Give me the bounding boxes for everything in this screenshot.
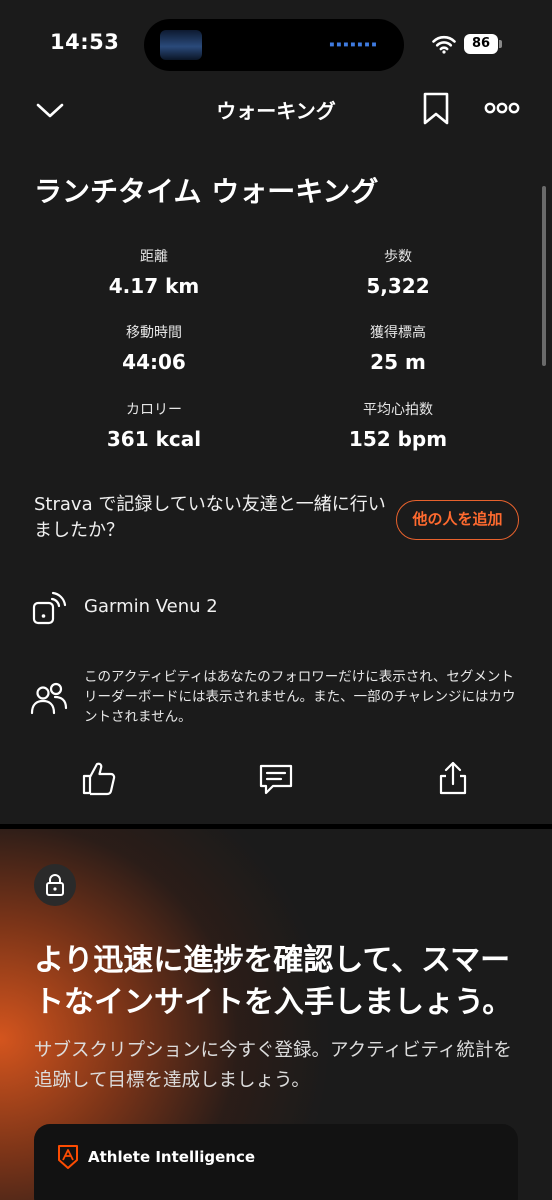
stat-calories: カロリー 361 kcal bbox=[34, 399, 274, 451]
companions-prompt: Strava で記録していない友達と一緒に行いましたか？ bbox=[34, 494, 386, 541]
status-time: 14:53 bbox=[50, 30, 120, 54]
add-others-button[interactable]: 他の人を追加 bbox=[396, 500, 519, 540]
privacy-notice: このアクティビティはあなたのフォロワーだけに表示され、セグメントリーダーボードに… bbox=[84, 669, 516, 725]
device-sync-icon bbox=[32, 591, 67, 625]
more-icon[interactable] bbox=[484, 98, 520, 118]
stat-label: 歩数 bbox=[384, 249, 412, 265]
stat-label: 獲得標高 bbox=[370, 325, 426, 341]
lock-icon bbox=[46, 874, 64, 896]
promo-description: サブスクリプションに今すぐ登録。アクティビティ統計を追跡して目標を達成しましょう… bbox=[34, 1040, 512, 1091]
stat-distance: 距離 4.17 km bbox=[34, 246, 274, 298]
stat-label: 移動時間 bbox=[126, 325, 182, 341]
status-bar: 14:53 ▪▪▪▪▪▪▪ 86 bbox=[0, 0, 552, 90]
stat-value: 152 bpm bbox=[348, 427, 448, 451]
athlete-intelligence-icon bbox=[58, 1145, 78, 1169]
thumbs-up-icon[interactable] bbox=[82, 760, 116, 796]
stat-value: 5,322 bbox=[366, 274, 430, 298]
stat-label: カロリー bbox=[126, 402, 182, 418]
device-name: Garmin Venu 2 bbox=[84, 596, 218, 617]
battery-tip bbox=[499, 40, 502, 48]
battery-indicator: 86 bbox=[464, 34, 498, 54]
stat-steps: 歩数 5,322 bbox=[278, 246, 518, 298]
bookmark-icon[interactable] bbox=[422, 92, 450, 126]
stat-label: 距離 bbox=[140, 249, 168, 265]
stat-label: 平均心拍数 bbox=[363, 402, 433, 418]
nav-bar: ウォーキング bbox=[0, 90, 552, 138]
audio-waveform-icon: ▪▪▪▪▪▪▪ bbox=[328, 39, 378, 50]
stat-moving-time: 移動時間 44:06 bbox=[34, 322, 274, 374]
scrollbar[interactable] bbox=[542, 186, 546, 366]
followers-icon bbox=[30, 682, 68, 715]
nav-title: ウォーキング bbox=[216, 99, 336, 123]
dynamic-island: ▪▪▪▪▪▪▪ bbox=[144, 19, 404, 71]
stat-value: 25 m bbox=[370, 350, 426, 374]
stat-elevation-gain: 獲得標高 25 m bbox=[278, 322, 518, 374]
stat-value: 44:06 bbox=[122, 350, 186, 374]
activity-title: ランチタイム ウォーキング bbox=[34, 175, 379, 208]
stat-value: 361 kcal bbox=[106, 427, 202, 451]
stat-avg-heart-rate: 平均心拍数 152 bpm bbox=[278, 399, 518, 451]
share-icon[interactable] bbox=[436, 760, 470, 796]
promo-title: より迅速に進捗を確認して、スマートなインサイトを入手しましょう。 bbox=[34, 943, 513, 1020]
stat-value: 4.17 km bbox=[108, 274, 200, 298]
now-playing-thumbnail bbox=[160, 30, 202, 60]
lock-badge bbox=[34, 864, 76, 906]
comment-icon[interactable] bbox=[259, 760, 293, 796]
wifi-icon bbox=[432, 35, 456, 54]
athlete-intelligence-label: Athlete Intelligence bbox=[88, 1148, 256, 1166]
